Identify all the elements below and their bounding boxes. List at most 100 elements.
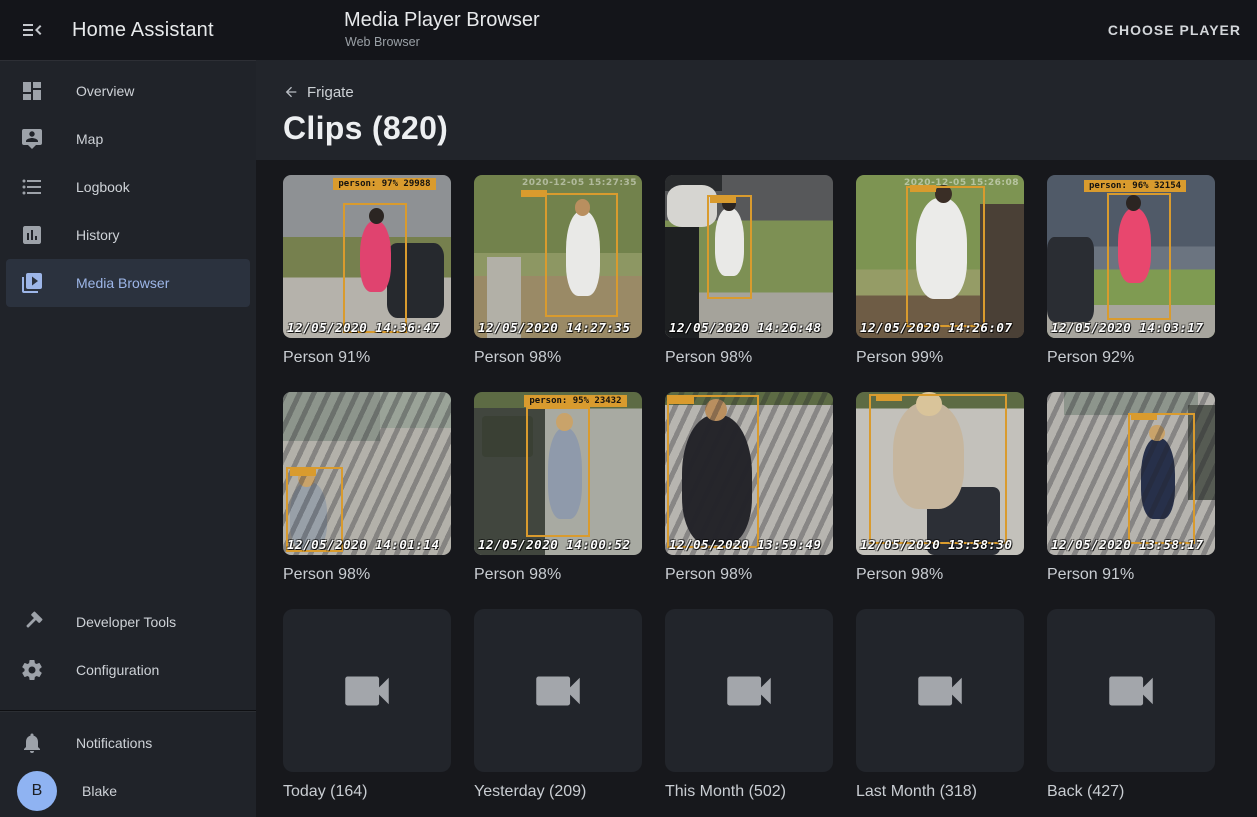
page-title: Media Player Browser [344, 9, 540, 32]
scene-shape [980, 204, 1024, 338]
choose-player-button[interactable]: CHOOSE PLAYER [1108, 0, 1241, 60]
home-assistant-app: Home Assistant Media Player Browser Web … [0, 0, 1257, 817]
play-box-multiple-icon [20, 271, 44, 295]
detection-bounding-box [667, 395, 759, 548]
detection-label [521, 190, 547, 197]
detection-bounding-box [1128, 413, 1195, 543]
sidebar-item-map[interactable]: Map [6, 115, 250, 163]
page-title-block: Media Player Browser Web Browser [344, 9, 540, 49]
clip-thumbnail: person: 96% 32154 12/05/2020 14:03:17 [1047, 175, 1215, 338]
clip-card[interactable]: 12/05/2020 14:01:14Person 98% [283, 392, 451, 584]
sidebar-item-developer-tools[interactable]: Developer Tools [6, 598, 250, 646]
folder-card[interactable]: Yesterday (209) [474, 609, 642, 801]
app-title: Home Assistant [72, 19, 214, 42]
user-name: Blake [82, 783, 117, 799]
sidebar-item-overview[interactable]: Overview [6, 67, 250, 115]
app-bar: Home Assistant Media Player Browser Web … [0, 0, 1257, 60]
folder-caption: This Month (502) [665, 783, 833, 801]
camera-timestamp: 2020-12-05 15:27:35 [522, 178, 637, 188]
view-dashboard-icon [20, 79, 44, 103]
clip-thumbnail: 2020-12-05 15:26:0812/05/2020 14:26:07 [856, 175, 1024, 338]
scene-shape [283, 392, 380, 441]
video-camera-icon [338, 662, 396, 720]
folder-card[interactable]: Today (164) [283, 609, 451, 801]
sidebar-item-label: History [76, 227, 120, 243]
sidebar-item-user-profile[interactable]: B Blake [6, 767, 250, 815]
sidebar-item-configuration[interactable]: Configuration [6, 646, 250, 694]
clip-caption: Person 98% [856, 566, 1024, 584]
sidebar-item-label: Configuration [76, 662, 159, 678]
cog-icon [20, 658, 44, 682]
clip-caption: Person 98% [474, 566, 642, 584]
clip-thumbnail: 12/05/2020 14:01:14 [283, 392, 451, 555]
clip-card[interactable]: 12/05/2020 14:26:48 Person 98% [665, 175, 833, 367]
osd-timestamp: 12/05/2020 14:26:48 [669, 320, 822, 335]
osd-timestamp: 12/05/2020 13:59:49 [669, 537, 822, 552]
osd-timestamp: 12/05/2020 13:58:17 [1051, 537, 1204, 552]
detection-bounding-box [707, 195, 752, 299]
folder-card[interactable]: Back (427) [1047, 609, 1215, 801]
osd-timestamp: 12/05/2020 14:27:35 [478, 320, 631, 335]
osd-timestamp: 12/05/2020 14:36:47 [287, 320, 440, 335]
sidebar-item-label: Developer Tools [76, 614, 176, 630]
clip-caption: Person 98% [665, 349, 833, 367]
sidebar: Overview Map Logbook History Med [0, 60, 256, 817]
clip-thumbnail: person: 97% 29988 12/05/2020 14:36:47 [283, 175, 451, 338]
clip-caption: Person 92% [1047, 349, 1215, 367]
clip-caption: Person 98% [474, 349, 642, 367]
menu-open-left-icon [20, 18, 44, 42]
detection-label [1131, 413, 1157, 420]
sidebar-item-logbook[interactable]: Logbook [6, 163, 250, 211]
video-camera-icon [720, 662, 778, 720]
video-camera-icon [529, 662, 587, 720]
detection-label [710, 196, 736, 203]
sidebar-item-history[interactable]: History [6, 211, 250, 259]
page-subtitle: Web Browser [345, 35, 540, 49]
detection-label [290, 469, 316, 476]
folder-caption: Back (427) [1047, 783, 1215, 801]
clip-card[interactable]: 12/05/2020 13:59:49 Person 98% [665, 392, 833, 584]
folder-card[interactable]: This Month (502) [665, 609, 833, 801]
breadcrumb-back-frigate[interactable]: Frigate [283, 82, 354, 102]
detection-label: person: 97% 29988 [333, 178, 435, 190]
video-camera-icon [911, 662, 969, 720]
clip-thumbnail: 12/05/2020 14:26:48 [665, 175, 833, 338]
clip-thumbnail: 2020-12-05 15:27:35 12/05/2020 14:27:35 [474, 175, 642, 338]
folder-caption: Last Month (318) [856, 783, 1024, 801]
sidebar-item-notifications[interactable]: Notifications [6, 719, 250, 767]
clip-card[interactable]: 12/05/2020 13:58:30Person 98% [856, 392, 1024, 584]
folder-thumbnail [1047, 609, 1215, 772]
tooltip-account-icon [20, 127, 44, 151]
clip-card[interactable]: person: 95% 2343212/05/2020 14:00:52Pers… [474, 392, 642, 584]
sidebar-item-label: Media Browser [76, 275, 169, 291]
osd-timestamp: 12/05/2020 14:01:14 [287, 537, 440, 552]
detection-label: person: 96% 32154 [1084, 180, 1186, 192]
media-grid: person: 97% 29988 12/05/2020 14:36:47 Pers… [256, 160, 1257, 801]
clip-caption: Person 91% [283, 349, 451, 367]
folder-thumbnail [856, 609, 1024, 772]
folder-caption: Today (164) [283, 783, 451, 801]
breadcrumb-label: Frigate [307, 84, 354, 101]
avatar: B [17, 771, 57, 811]
clip-card[interactable]: 12/05/2020 13:58:17Person 91% [1047, 392, 1215, 584]
clip-card[interactable]: 2020-12-05 15:27:35 12/05/2020 14:27:35 Pe… [474, 175, 642, 367]
sidebar-item-media-browser[interactable]: Media Browser [6, 259, 250, 307]
folder-thumbnail [665, 609, 833, 772]
detection-bounding-box [906, 186, 985, 326]
sidebar-item-label: Overview [76, 83, 134, 99]
clip-card[interactable]: person: 97% 29988 12/05/2020 14:36:47 Pers… [283, 175, 451, 367]
detection-label [876, 394, 902, 401]
clip-card[interactable]: person: 96% 32154 12/05/2020 14:03:17 Pers… [1047, 175, 1215, 367]
sidebar-toggle-button[interactable] [20, 18, 44, 42]
clip-caption: Person 99% [856, 349, 1024, 367]
detection-bounding-box [343, 203, 407, 333]
sidebar-item-label: Notifications [76, 735, 152, 751]
osd-timestamp: 12/05/2020 14:03:17 [1051, 320, 1204, 335]
format-list-bulleted-icon [20, 175, 44, 199]
folder-card[interactable]: Last Month (318) [856, 609, 1024, 801]
detection-bounding-box [526, 407, 590, 537]
sidebar-item-label: Map [76, 131, 103, 147]
clip-caption: Person 98% [665, 566, 833, 584]
detection-label: person: 95% 23432 [524, 395, 626, 407]
clip-card[interactable]: 2020-12-05 15:26:0812/05/2020 14:26:07 Pe… [856, 175, 1024, 367]
